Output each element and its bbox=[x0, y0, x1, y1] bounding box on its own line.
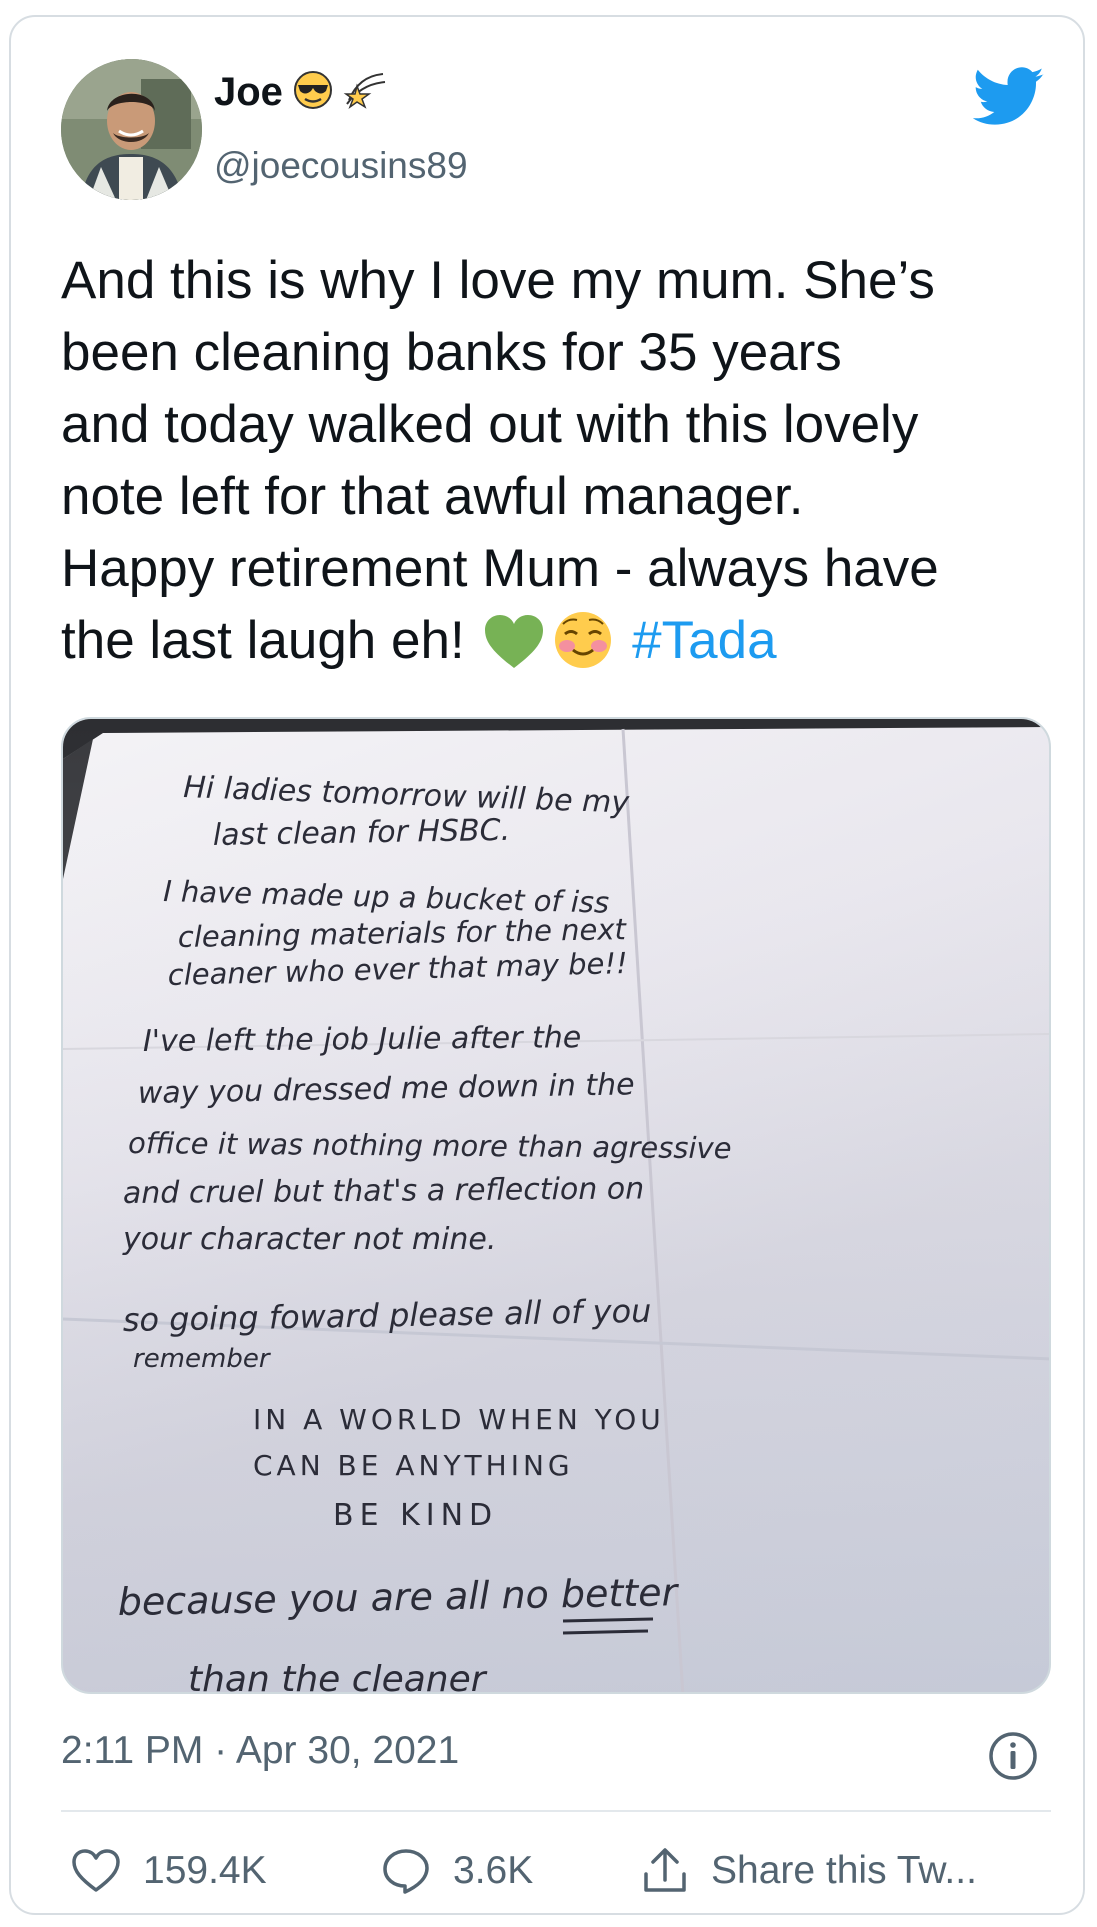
user-handle[interactable]: @joecousins89 bbox=[214, 145, 468, 187]
green-heart-emoji-icon bbox=[483, 614, 545, 689]
note-line: office it was nothing more than agressiv… bbox=[128, 1126, 732, 1165]
share-button[interactable]: Share this Tw... bbox=[641, 1831, 977, 1911]
note-line: CAN BE ANYTHING bbox=[253, 1449, 574, 1482]
note-line: than the cleaner bbox=[188, 1659, 488, 1694]
note-line: your character not mine. bbox=[122, 1222, 496, 1257]
tweet-card: Joe @joecousins89 And this is why I love… bbox=[9, 15, 1085, 1915]
tweet-text: And this is why I love my mum. She’s bee… bbox=[61, 245, 1061, 689]
shooting-star-emoji-icon bbox=[343, 70, 387, 115]
reply-bubble-icon bbox=[383, 1849, 429, 1894]
smiling-blushing-emoji-icon bbox=[553, 610, 613, 689]
share-label: Share this Tw... bbox=[711, 1849, 977, 1892]
underline-mark bbox=[562, 1629, 649, 1635]
info-icon[interactable] bbox=[988, 1731, 1038, 1781]
twitter-bird-icon[interactable] bbox=[973, 65, 1045, 129]
tweet-text-line: And this is why I love my mum. She’s bbox=[61, 251, 935, 310]
like-count: 159.4K bbox=[143, 1849, 267, 1892]
like-button[interactable]: 159.4K bbox=[71, 1831, 267, 1911]
tweet-timestamp[interactable]: 2:11 PM · Apr 30, 2021 bbox=[61, 1729, 459, 1773]
tweet-text-last-line: the last laugh eh! #Tada bbox=[61, 605, 1061, 689]
display-name[interactable]: Joe bbox=[214, 70, 283, 115]
tweet-photo[interactable]: Hi ladies tomorrow will be my last clean… bbox=[61, 717, 1051, 1694]
tweet-text-line: been cleaning banks for 35 years bbox=[61, 323, 842, 382]
note-line: and cruel but that's a reflection on bbox=[123, 1171, 645, 1211]
tweet-text-line: Happy retirement Mum - always have bbox=[61, 539, 939, 598]
heart-icon bbox=[72, 1849, 120, 1892]
note-line: IN A WORLD WHEN YOU bbox=[253, 1403, 665, 1436]
tweet-text-line: and today walked out with this lovely bbox=[61, 395, 919, 454]
divider bbox=[61, 1810, 1051, 1812]
tweet-text-line: the last laugh eh! bbox=[61, 611, 465, 670]
avatar-photo bbox=[61, 59, 202, 200]
action-bar: 159.4K 3.6K Share this Tw... bbox=[61, 1831, 1061, 1911]
avatar[interactable] bbox=[61, 59, 202, 200]
note-line: BE KIND bbox=[333, 1498, 498, 1533]
handwritten-note: Hi ladies tomorrow will be my last clean… bbox=[63, 719, 1049, 1694]
name-row: Joe bbox=[214, 69, 387, 115]
reply-button[interactable]: 3.6K bbox=[381, 1831, 533, 1911]
note-line: I've left the job Julie after the bbox=[143, 1020, 582, 1059]
share-icon bbox=[644, 1848, 686, 1892]
underline-mark bbox=[562, 1617, 654, 1623]
tweet-text-line: note left for that awful manager. bbox=[61, 467, 804, 526]
sunglasses-emoji-icon bbox=[293, 70, 333, 115]
hashtag-link[interactable]: #Tada bbox=[632, 611, 776, 670]
note-line: remember bbox=[133, 1344, 272, 1374]
reply-count: 3.6K bbox=[453, 1849, 534, 1892]
note-line: last clean for HSBC. bbox=[213, 813, 511, 853]
